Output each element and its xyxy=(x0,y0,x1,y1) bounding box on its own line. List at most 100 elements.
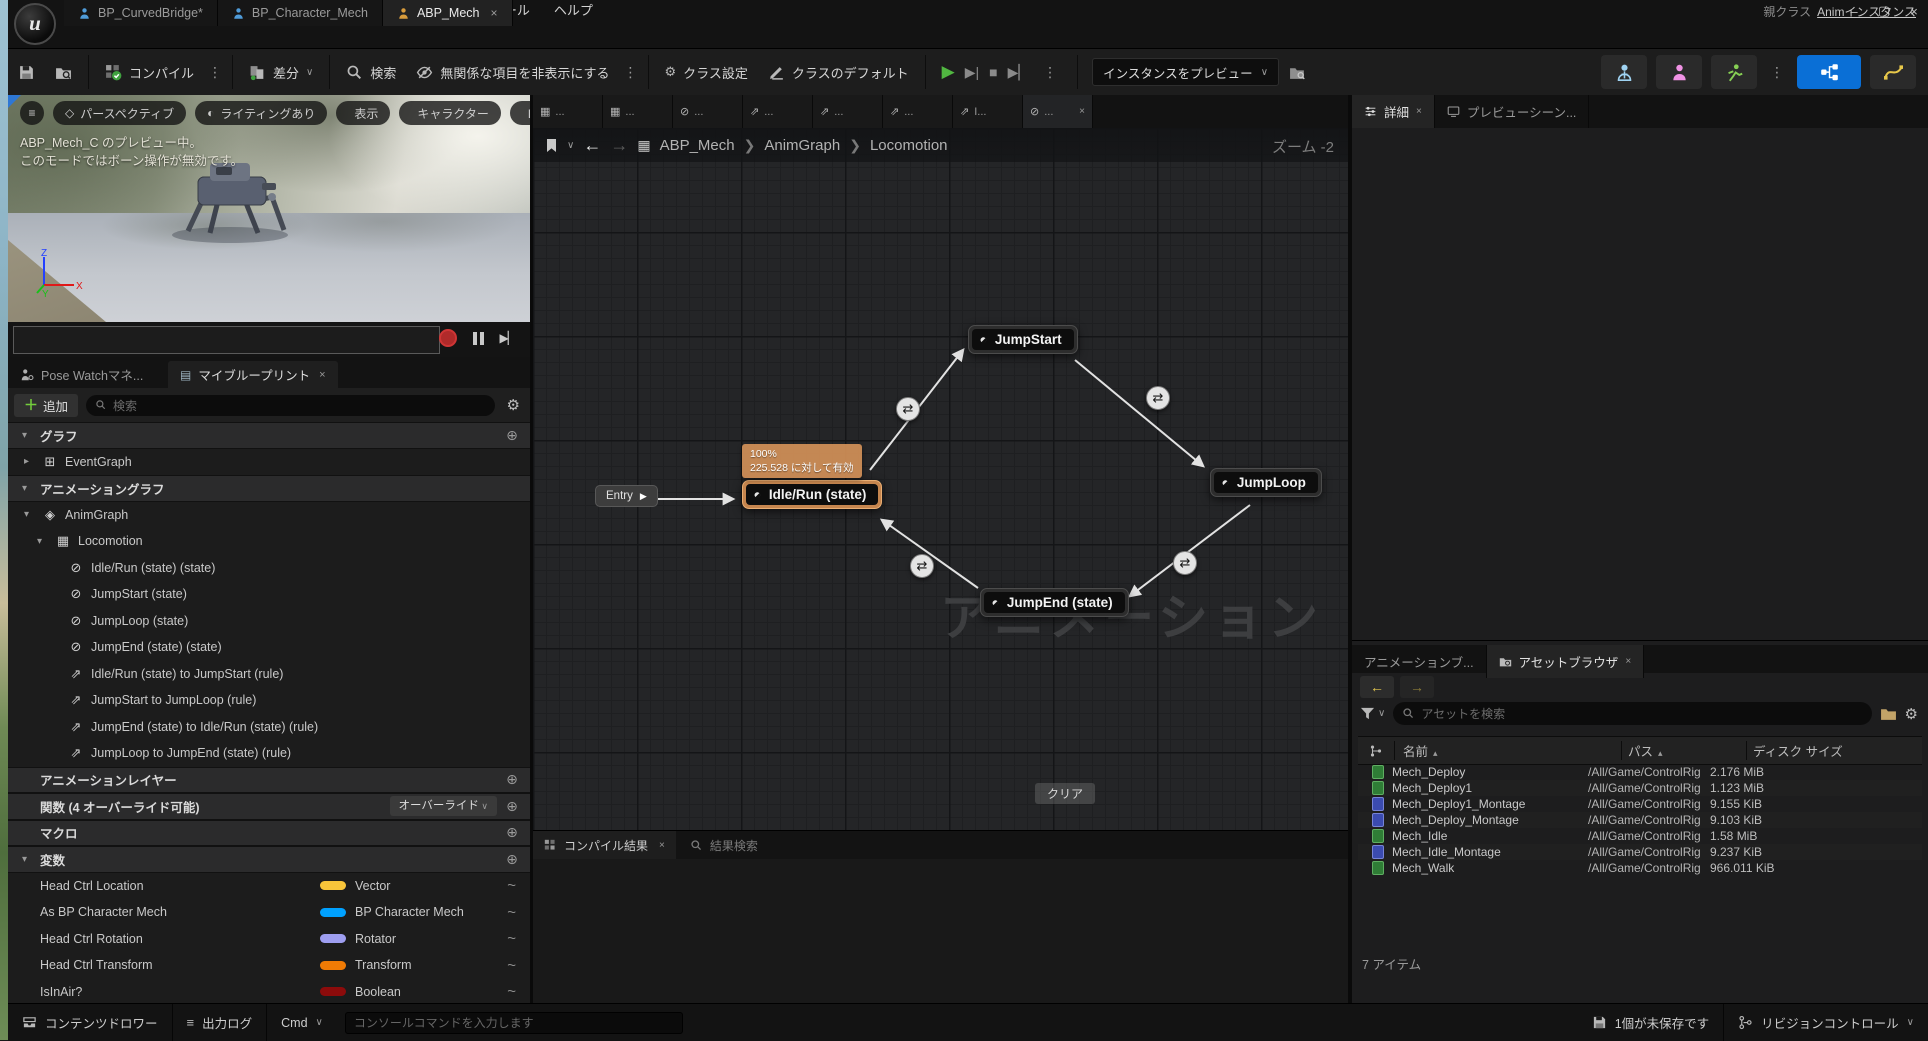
caret-icon[interactable]: ▸ xyxy=(24,456,35,467)
viewport-option-pill[interactable]: ◐ ライティングあり xyxy=(195,101,328,125)
tree-row[interactable]: ▾ 変数 ⊕ xyxy=(8,846,530,873)
graph-document-tab[interactable]: ⇗ ... xyxy=(813,95,883,128)
add-plus-icon[interactable]: ⊕ xyxy=(504,851,520,868)
branch-column-icon[interactable] xyxy=(1358,744,1394,758)
tab-preview-scene[interactable]: プレビューシーン... xyxy=(1435,95,1590,128)
variable-row[interactable]: As BP Character Mech BP Character Mech ~ xyxy=(8,899,530,926)
asset-row[interactable]: Mech_Deploy1_Montage /All/Game/ControlRi… xyxy=(1358,796,1922,812)
find-options-kebab[interactable]: ⋮ xyxy=(620,64,642,81)
entry-node[interactable]: Entry ▶ xyxy=(595,485,658,507)
unsaved-status[interactable]: 1個が未保存です xyxy=(1578,1004,1723,1041)
graph-document-tab[interactable]: ⊘ ... xyxy=(673,95,743,128)
console-command-input[interactable]: コンソールコマンドを入力します xyxy=(344,1011,683,1034)
my-blueprint-search-input[interactable]: 検索 xyxy=(86,394,495,416)
tree-row[interactable]: ▾ グラフ ⊕ xyxy=(8,422,530,449)
skip-button[interactable]: ▶▏ xyxy=(1008,64,1030,81)
caret-icon[interactable]: ▾ xyxy=(37,536,48,547)
add-plus-icon[interactable]: ⊕ xyxy=(504,771,520,788)
column-path[interactable]: パス ▴ xyxy=(1621,741,1746,760)
viewport-option-pill[interactable]: 表示 xyxy=(336,101,391,125)
asset-row[interactable]: Mech_Deploy1 /All/Game/ControlRig 1.123 … xyxy=(1358,780,1922,796)
tab-my-blueprint[interactable]: ▤ マイブループリント × xyxy=(168,361,338,388)
tree-row[interactable]: ⊘ JumpLoop (state) xyxy=(8,608,530,635)
asset-search-input[interactable]: アセットを検索 xyxy=(1393,702,1872,725)
tree-row[interactable]: ⇗ JumpEnd (state) to Idle/Run (state) (r… xyxy=(8,714,530,741)
tree-row[interactable]: アニメーションレイヤー ⊕ xyxy=(8,766,530,793)
column-name[interactable]: 名前 ▴ xyxy=(1394,741,1621,760)
caret-icon[interactable]: ▾ xyxy=(22,483,33,494)
filter-button[interactable]: ∨ xyxy=(1360,706,1385,721)
variable-type-pill[interactable] xyxy=(320,987,346,997)
step-forward-button[interactable]: ▶▏ xyxy=(500,331,517,345)
variable-row[interactable]: Head Ctrl Transform Transform ~ xyxy=(8,952,530,979)
tree-row[interactable]: ▾ ◈ AnimGraph xyxy=(8,502,530,529)
step-into-button[interactable]: ▶| xyxy=(965,64,979,81)
breadcrumb-locomotion[interactable]: Locomotion xyxy=(870,137,948,154)
revision-control-button[interactable]: リビジョンコントロール ∨ xyxy=(1724,1004,1928,1041)
save-button[interactable] xyxy=(8,55,45,89)
state-node-jump-start[interactable]: ◐ JumpStart xyxy=(968,325,1078,354)
close-icon[interactable]: × xyxy=(1079,106,1085,117)
back-button[interactable]: ← xyxy=(1360,676,1394,698)
caret-icon[interactable]: ▾ xyxy=(24,509,35,520)
variable-row[interactable]: Head Ctrl Location Vector ~ xyxy=(8,873,530,900)
tree-row[interactable]: ⇗ JumpLoop to JumpEnd (state) (rule) xyxy=(8,740,530,767)
add-plus-icon[interactable]: ⊕ xyxy=(504,798,520,815)
blueprint-mode-button[interactable] xyxy=(1797,55,1861,89)
tree-row[interactable]: ▾ ▦ Locomotion xyxy=(8,528,530,555)
pause-button[interactable] xyxy=(472,331,484,345)
graph-document-tab[interactable]: ▦ ... xyxy=(533,95,603,128)
content-drawer-button[interactable]: コンテンツドロワー xyxy=(8,1004,172,1041)
compile-results-search[interactable]: 結果検索 xyxy=(690,837,758,854)
preview-viewport[interactable]: ≡ ◇ パースペクティブ ◐ ライティングあり 表示 キャラクター ABP_Me… xyxy=(8,95,530,322)
state-node-jump-end[interactable]: ◐ JumpEnd (state) xyxy=(980,588,1129,617)
breadcrumb-animgraph[interactable]: AnimGraph xyxy=(764,137,840,154)
tab-asset-browser[interactable]: アセットブラウザ × xyxy=(1486,645,1645,678)
tab-animation-browser[interactable]: アニメーションブ... xyxy=(1352,645,1487,678)
asset-row[interactable]: Mech_Deploy_Montage /All/Game/ControlRig… xyxy=(1358,812,1922,828)
transition-rule-icon[interactable]: ⇄ xyxy=(896,397,920,421)
compile-options-kebab[interactable]: ⋮ xyxy=(204,64,226,81)
record-button[interactable] xyxy=(438,329,457,347)
add-button[interactable]: ＋ 追加 xyxy=(14,393,79,417)
asset-row[interactable]: Mech_Walk /All/Game/ControlRig 966.011 K… xyxy=(1358,860,1922,876)
graph-document-tab[interactable]: ⊘ ... × xyxy=(1023,95,1093,128)
animation-mode-kebab[interactable]: ⋮ xyxy=(1766,64,1788,81)
close-icon[interactable]: × xyxy=(659,840,665,851)
hide-unrelated-button[interactable]: 無関係な項目を非表示にする xyxy=(406,55,619,89)
menu-item[interactable]: ヘルプ xyxy=(542,0,605,22)
gear-icon[interactable]: ⚙ xyxy=(1905,705,1918,723)
tree-row[interactable]: ⊘ JumpEnd (state) (state) xyxy=(8,634,530,661)
tab-pose-watch[interactable]: Pose Watchマネ... xyxy=(8,361,155,388)
gear-icon[interactable]: ⚙ xyxy=(503,396,524,414)
class-settings-button[interactable]: ⚙ クラス設定 xyxy=(655,55,758,89)
mesh-mode-button[interactable] xyxy=(1656,55,1702,89)
transition-rule-icon[interactable]: ⇄ xyxy=(1146,386,1170,410)
asset-row[interactable]: Mech_Deploy /All/Game/ControlRig 2.176 M… xyxy=(1358,764,1922,780)
graph-document-tab[interactable]: ⇗ ... xyxy=(743,95,813,128)
state-node-jump-loop[interactable]: ◐ JumpLoop xyxy=(1210,468,1322,497)
output-log-button[interactable]: ≡ 出力ログ xyxy=(173,1004,267,1041)
variable-type-pill[interactable] xyxy=(320,881,346,891)
debug-object-icon[interactable] xyxy=(1279,55,1316,89)
class-defaults-button[interactable]: クラスのデフォルト xyxy=(758,55,919,89)
variable-type-pill[interactable] xyxy=(320,907,346,917)
cmd-dropdown[interactable]: Cmd ∨ xyxy=(267,1004,337,1041)
timeline-scrubber[interactable] xyxy=(13,326,440,354)
viewport-option-pill[interactable]: キャラクター xyxy=(399,101,501,125)
variable-wave-icon[interactable]: ~ xyxy=(507,957,516,974)
tree-row[interactable]: 関数 (4 オーバーライド可能) オーバーライド ⊕ xyxy=(8,793,530,820)
variable-type-pill[interactable] xyxy=(320,960,346,970)
close-icon[interactable]: × xyxy=(1416,106,1422,117)
forward-icon[interactable]: → xyxy=(610,135,628,156)
state-node-idle-run[interactable]: ◐ Idle/Run (state) xyxy=(742,480,883,509)
tab-compile-results[interactable]: コンパイル結果 × xyxy=(533,831,676,860)
variable-row[interactable]: IsInAir? Boolean ~ xyxy=(8,979,530,1004)
tree-row[interactable]: ⇗ Idle/Run (state) to JumpStart (rule) xyxy=(8,661,530,688)
tab-details[interactable]: 詳細 × xyxy=(1352,95,1435,128)
close-icon[interactable]: × xyxy=(490,6,497,20)
preview-instance-dropdown[interactable]: インスタンスをプレビュー ∨ xyxy=(1092,58,1280,86)
find-button[interactable]: 検索 xyxy=(336,55,406,89)
viewport-option-pill[interactable]: ◇ パースペクティブ xyxy=(53,101,187,125)
parent-class-link[interactable]: Animインスタンス xyxy=(1817,5,1916,19)
